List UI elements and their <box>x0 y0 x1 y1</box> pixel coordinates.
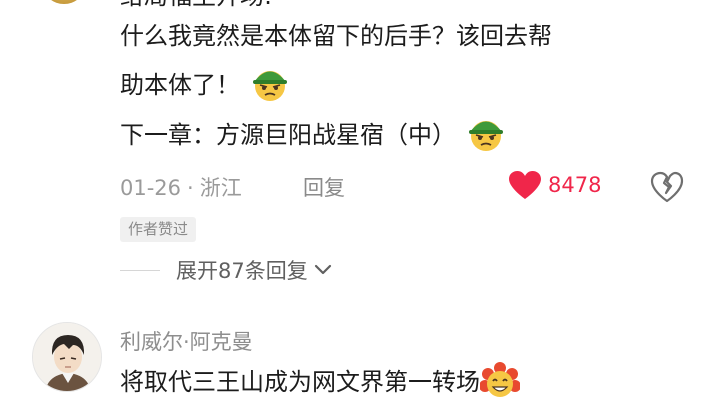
comment-text-fragment: 下一章：方源巨阳战星宿（中） <box>120 121 456 149</box>
comment-text-fragment: 助本体了！ <box>120 71 240 99</box>
author-liked-badge: 作者赞过 <box>120 217 197 242</box>
chevron-down-icon <box>314 264 331 275</box>
comment-meta: 01-26 · 浙江 <box>120 172 242 202</box>
expand-replies-label: 展开87条回复 <box>176 259 308 283</box>
comment-location: 浙江 <box>199 176 242 200</box>
comment-text-line: 下一章：方源巨阳战星宿（中） <box>120 116 506 156</box>
reply-button[interactable]: 回复 <box>303 172 345 202</box>
comment-text-line: 将取代三王山成为网文界第一转场 <box>120 362 520 402</box>
anime-character-avatar-icon <box>33 323 101 391</box>
meta-separator: · <box>187 176 194 200</box>
divider <box>120 270 160 271</box>
comment-text-line: 什么我竟然是本体留下的后手？该回去帮 <box>120 22 552 50</box>
comment-date: 01-26 <box>120 176 182 200</box>
heart-icon <box>509 171 541 199</box>
avatar[interactable] <box>32 322 102 392</box>
comment-username[interactable]: 利威尔·阿克曼 <box>120 326 253 356</box>
like-count: 8478 <box>548 173 602 197</box>
soldier-helmet-emoji-icon <box>253 71 287 101</box>
broken-heart-icon[interactable] <box>650 170 684 204</box>
like-button[interactable]: 8478 <box>508 170 601 200</box>
comment-text-fragment: 将取代三王山成为网文界第一转场 <box>120 368 480 396</box>
expand-replies-button[interactable]: 展开87条回复 <box>176 255 332 285</box>
comment-text-line: 给局福主开场: <box>120 0 272 12</box>
avatar-top-partial[interactable] <box>44 0 84 4</box>
comment-text-line: 助本体了！ <box>120 66 290 106</box>
soldier-helmet-emoji-icon <box>469 121 503 151</box>
grinning-flower-emoji-icon <box>480 362 520 397</box>
